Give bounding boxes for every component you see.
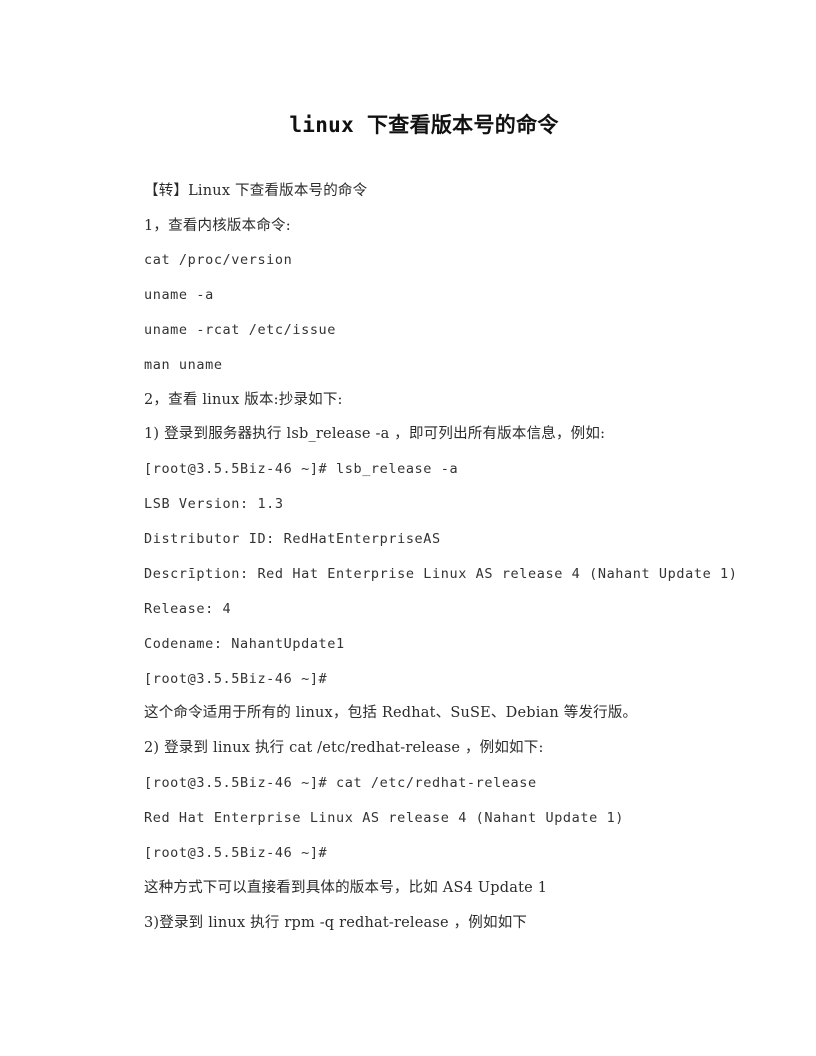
text-line: uname -a [144, 287, 214, 303]
text-line: 【转】Linux 下查看版本号的命令 [144, 183, 368, 199]
page-title: linux 下查看版本号的命令 [289, 113, 559, 137]
text-line: cat /proc/version [144, 252, 293, 268]
text-line: 这种方式下可以直接看到具体的版本号，比如 AS4 Update 1 [144, 880, 548, 896]
text-line: Red Hat Enterprise Linux AS release 4 (N… [144, 810, 625, 826]
text-line: [root@3.5.5Biz-46 ~]# [144, 671, 328, 687]
text-line: uname -rcat /etc/issue [144, 322, 337, 338]
text-line: LSB Version: 1.3 [144, 496, 284, 512]
text-line: Release: 4 [144, 601, 232, 617]
text-line: 2) 登录到 linux 执行 cat /etc/redhat-release … [144, 740, 544, 756]
text-line: [root@3.5.5Biz-46 ~]# lsb_release -a [144, 461, 459, 477]
text-line: 1) 登录到服务器执行 lsb_release -a ，即可列出所有版本信息，例… [144, 426, 606, 442]
text-line: man uname [144, 357, 223, 373]
text-line: Distributor ID: RedHatEnterpriseAS [144, 531, 441, 547]
text-line: [root@3.5.5Biz-46 ~]# [144, 845, 328, 861]
text-line: Codename: NahantUpdate1 [144, 636, 345, 652]
document-page: linux 下查看版本号的命令 【转】Linux 下查看版本号的命令 1，查看内核… [0, 0, 816, 1056]
text-line: 1，查看内核版本命令: [144, 218, 291, 234]
text-line: Descrīption: Red Hat Enterprise Linux AS… [144, 566, 738, 582]
text-line: 3)登录到 linux 执行 rpm -q redhat-release ，例如… [144, 915, 528, 931]
text-line: 2，查看 linux 版本:抄录如下: [144, 392, 343, 408]
text-line: [root@3.5.5Biz-46 ~]# cat /etc/redhat-re… [144, 775, 537, 791]
text-line: 这个命令适用于所有的 linux，包括 Redhat、SuSE、Debian 等… [144, 705, 638, 721]
